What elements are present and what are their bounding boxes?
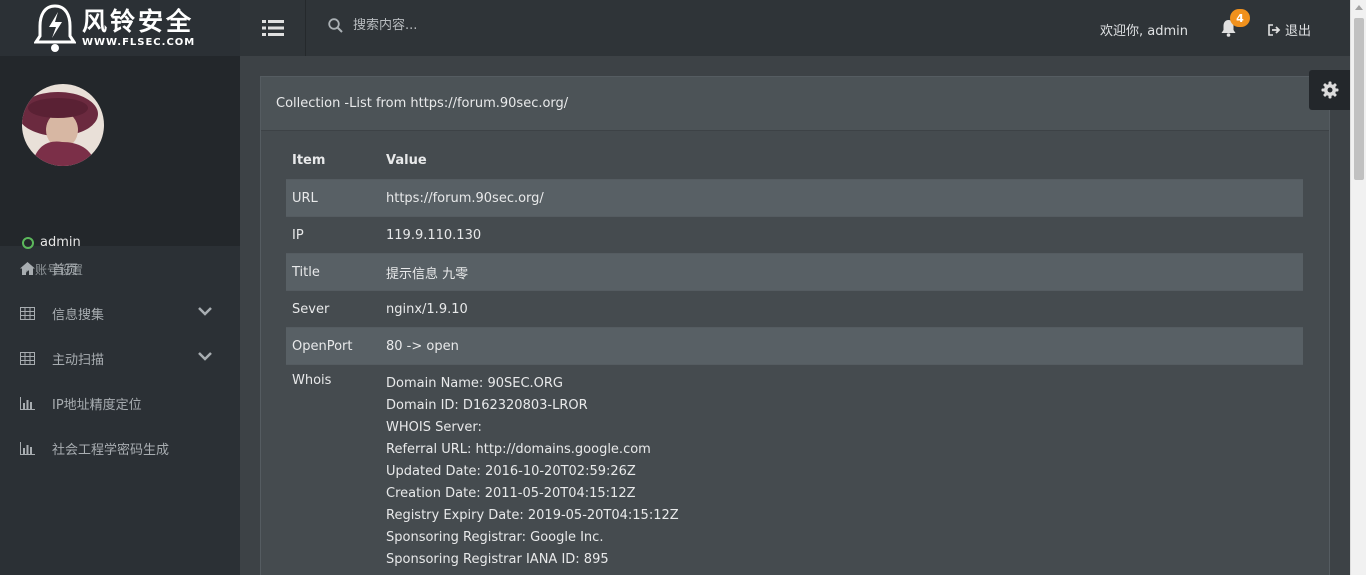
whois-line: Domain Name: 90SEC.ORG — [386, 376, 563, 391]
sidebar-item-label: 主动扫描 — [52, 353, 105, 368]
row-value: https://forum.90sec.org/ — [386, 190, 544, 206]
table-row: Title 提示信息 九零 — [286, 253, 1303, 290]
sidebar-item-home[interactable]: 首页 — [0, 246, 240, 291]
chevron-down-icon — [198, 307, 212, 316]
search-box — [328, 18, 653, 33]
bell-logo-icon — [34, 4, 76, 52]
logout-label: 退出 — [1285, 24, 1312, 39]
table-icon — [20, 352, 36, 366]
row-value: 80 -> open — [386, 338, 459, 354]
scrollbar-thumb[interactable] — [1354, 18, 1364, 180]
sidebar-item-password-gen[interactable]: 社会工程学密码生成 — [0, 426, 240, 471]
sidebar-item-active-scan[interactable]: 主动扫描 — [0, 336, 240, 381]
table-row-whois: Whois Domain Name: 90SEC.ORG Domain ID: … — [286, 364, 1303, 571]
row-item: Whois — [292, 373, 332, 388]
brand-logo[interactable]: 风铃安全 WWW.FLSEC.COM — [0, 0, 240, 56]
table-icon — [20, 307, 36, 321]
collection-table: Item Value URL https://forum.90sec.org/ … — [286, 142, 1303, 571]
whois-line: Updated Date: 2016-10-20T02:59:26Z — [386, 464, 636, 479]
sidebar-item-label: 首页 — [52, 263, 79, 278]
whois-line: Creation Date: 2011-05-20T04:15:12Z — [386, 486, 636, 501]
whois-line: WHOIS Server: — [386, 420, 482, 435]
top-bar: 欢迎你, admin 4 退出 — [240, 0, 1350, 56]
list-icon — [261, 20, 284, 36]
column-header-value: Value — [386, 153, 427, 168]
row-item: OpenPort — [292, 338, 353, 354]
table-row: OpenPort 80 -> open — [286, 327, 1303, 364]
search-icon — [328, 18, 343, 33]
panel-title: Collection -List from https://forum.90se… — [261, 77, 1329, 131]
row-value: 提示信息 九零 — [386, 266, 469, 282]
whois-line: Sponsoring Registrar: Google Inc. — [386, 530, 604, 545]
settings-button[interactable] — [1309, 70, 1350, 110]
table-row: Sever nginx/1.9.10 — [286, 290, 1303, 327]
row-item: IP — [292, 227, 304, 243]
bar-chart-icon — [20, 397, 36, 411]
sidebar-item-ip-location[interactable]: IP地址精度定位 — [0, 381, 240, 426]
scroll-up-icon[interactable] — [1355, 5, 1363, 10]
sidebar-nav: 首页 信息搜集 主动扫描 IP地址精度定位 社会工程学密码生成 — [0, 246, 240, 471]
home-icon — [20, 262, 36, 276]
sidebar-item-label: 信息搜集 — [52, 308, 105, 323]
sign-out-icon — [1268, 23, 1281, 36]
avatar[interactable] — [22, 84, 104, 166]
notification-badge: 4 — [1230, 9, 1250, 27]
whois-details: Domain Name: 90SEC.ORG Domain ID: D16232… — [386, 373, 1303, 571]
chevron-down-icon — [198, 352, 212, 361]
brand-name: 风铃安全 — [82, 7, 195, 36]
table-row: IP 119.9.110.130 — [286, 216, 1303, 253]
welcome-text: 欢迎你, admin — [1100, 24, 1188, 39]
page-scrollbar[interactable] — [1350, 0, 1366, 575]
row-item: Sever — [292, 301, 330, 317]
search-input[interactable] — [353, 18, 653, 33]
brand-domain: WWW.FLSEC.COM — [82, 37, 196, 48]
sidebar-item-info-collection[interactable]: 信息搜集 — [0, 291, 240, 336]
row-item: Title — [292, 264, 320, 280]
whois-line: Sponsoring Registrar IANA ID: 895 — [386, 552, 609, 567]
row-value: 119.9.110.130 — [386, 227, 482, 243]
whois-line: Domain ID: D162320803-LROR — [386, 398, 588, 413]
sidebar-item-label: IP地址精度定位 — [52, 398, 142, 413]
whois-line: Registry Expiry Date: 2019-05-20T04:15:1… — [386, 508, 679, 523]
bar-chart-icon — [20, 442, 36, 456]
sidebar: 风铃安全 WWW.FLSEC.COM admin 账号设置 首页 信息搜集 主动… — [0, 0, 240, 575]
column-header-item: Item — [292, 153, 326, 168]
collection-panel: Collection -List from https://forum.90se… — [260, 76, 1330, 575]
row-value: nginx/1.9.10 — [386, 301, 468, 317]
menu-toggle-button[interactable] — [240, 0, 306, 56]
logout-button[interactable]: 退出 — [1268, 20, 1311, 39]
main-content: Collection -List from https://forum.90se… — [240, 56, 1350, 575]
table-header: Item Value — [286, 142, 1303, 179]
table-row: URL https://forum.90sec.org/ — [286, 179, 1303, 216]
sidebar-item-label: 社会工程学密码生成 — [52, 443, 170, 458]
row-item: URL — [292, 190, 318, 206]
gear-icon — [1321, 81, 1338, 99]
user-profile: admin 账号设置 — [0, 56, 240, 277]
whois-line: Referral URL: http://domains.google.com — [386, 442, 651, 457]
